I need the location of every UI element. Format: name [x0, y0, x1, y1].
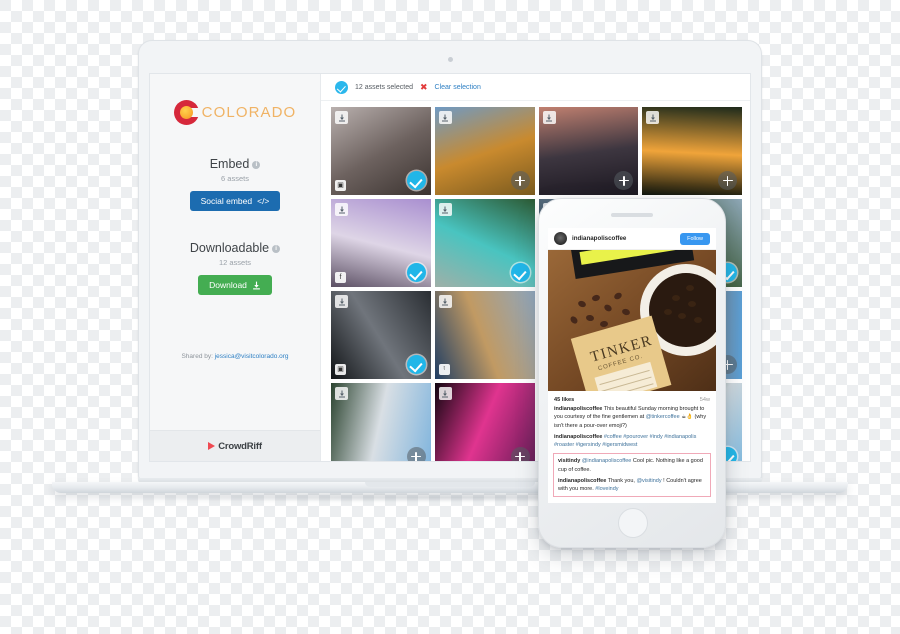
shared-by-email[interactable]: jessica@visitcolorado.org	[215, 353, 289, 360]
webcam-dot	[447, 57, 453, 62]
download-icon[interactable]	[335, 387, 348, 400]
sidebar: COLORADO Embed i 6 assets Social embed </…	[150, 74, 321, 461]
hashtag-author[interactable]: indianapoliscoffee	[554, 434, 602, 440]
post-age: 54w	[699, 397, 710, 403]
comment-hashtag[interactable]: #loveindy	[595, 486, 618, 492]
phone-mockup: indianapoliscoffee Follow TINKER COFFEE …	[538, 198, 726, 548]
instagram-hashtags: indianapoliscoffee #coffee #pourover #in…	[548, 430, 716, 450]
colorado-c-icon	[173, 100, 200, 125]
caption-author[interactable]: indianapoliscoffee	[554, 406, 602, 412]
selected-check-icon[interactable]	[510, 263, 530, 282]
asset-tile[interactable]: ▣	[331, 107, 431, 195]
instagram-username[interactable]: indianapoliscoffee	[572, 235, 675, 242]
add-asset-icon[interactable]	[718, 171, 737, 190]
download-icon[interactable]	[335, 203, 348, 216]
caption-mention[interactable]: @tinkercoffee	[646, 414, 680, 420]
info-icon[interactable]: i	[252, 161, 261, 169]
comment-author[interactable]: visitindy	[558, 458, 580, 464]
comment-mention[interactable]: @indianapoliscoffee	[582, 458, 632, 464]
download-icon[interactable]	[646, 111, 660, 124]
selected-check-icon[interactable]	[406, 171, 426, 190]
asset-tile[interactable]	[538, 107, 639, 195]
comment-author[interactable]: indianapoliscoffee	[558, 478, 606, 484]
code-icon: </>	[257, 196, 270, 206]
shared-by-label: Shared by:	[181, 353, 213, 360]
download-label: Download	[209, 280, 247, 290]
embed-title-text: Embed	[209, 157, 250, 171]
add-asset-icon[interactable]	[406, 447, 426, 461]
crowdriff-wordmark: CrowdRiff	[218, 440, 262, 452]
asset-tile[interactable]	[642, 107, 742, 195]
instagram-comment: indianapoliscoffee Thank you, @visitindy…	[558, 477, 706, 494]
facebook-icon: f	[335, 272, 346, 283]
asset-tile[interactable]	[434, 199, 535, 287]
selected-check-icon[interactable]	[406, 355, 426, 374]
instagram-photo: TINKER COFFEE CO.	[548, 250, 716, 391]
like-count: 45 likes	[554, 397, 575, 403]
social-embed-button[interactable]: Social embed </>	[189, 191, 281, 211]
selected-check-icon[interactable]	[406, 263, 426, 282]
clear-selection-button[interactable]: Clear selection	[435, 84, 481, 91]
laptop-base	[52, 482, 848, 493]
download-button[interactable]: Download	[198, 275, 272, 295]
asset-tile[interactable]: ▣	[331, 291, 431, 379]
download-icon[interactable]	[438, 203, 452, 216]
asset-tile[interactable]	[434, 107, 535, 195]
avatar	[554, 232, 567, 245]
comment-text: Thank you,	[606, 477, 637, 484]
add-asset-icon[interactable]	[510, 171, 530, 190]
social-embed-label: Social embed	[200, 196, 253, 206]
download-icon[interactable]	[438, 387, 452, 400]
colorado-logo: COLORADO	[150, 100, 320, 125]
instagram-post-meta: 45 likes 54w	[548, 391, 716, 405]
phone-screen: indianapoliscoffee Follow TINKER COFFEE …	[548, 228, 716, 503]
embed-asset-count: 6 assets	[221, 174, 249, 183]
sidebar-body: COLORADO Embed i 6 assets Social embed </…	[150, 74, 320, 430]
asset-tile[interactable]	[434, 383, 535, 461]
crowdriff-mark-icon	[208, 442, 216, 450]
instagram-caption: indianapoliscoffee This beautiful Sunday…	[548, 405, 716, 430]
add-asset-icon[interactable]	[510, 447, 530, 461]
coffee-photo-illustration: TINKER COFFEE CO.	[548, 250, 716, 391]
phone-speaker	[611, 213, 653, 217]
comment-mention[interactable]: @visitindy	[636, 478, 661, 484]
embed-section-title: Embed i	[150, 157, 320, 171]
downloadable-asset-count: 12 assets	[218, 258, 252, 267]
crowdriff-footer: CrowdRiff	[150, 430, 320, 461]
instagram-post-header: indianapoliscoffee Follow	[548, 228, 716, 250]
asset-tile[interactable]: f	[331, 199, 431, 287]
download-icon[interactable]	[335, 295, 348, 308]
download-icon[interactable]	[438, 111, 452, 124]
caption-emoji: ☕👌	[681, 414, 693, 421]
x-icon[interactable]: ✖	[420, 82, 428, 92]
colorado-logo-text: COLORADO	[201, 104, 297, 121]
asset-tile[interactable]: ᵗ	[434, 291, 535, 379]
downloadable-section-title: Downloadable i	[150, 241, 320, 255]
download-icon	[253, 281, 260, 289]
selected-count-label: 12 assets selected	[355, 83, 413, 91]
downloadable-title-text: Downloadable	[189, 241, 270, 255]
phone-home-button[interactable]	[618, 508, 648, 538]
follow-button[interactable]: Follow	[680, 232, 710, 245]
check-circle-icon	[335, 80, 348, 94]
asset-tile[interactable]	[331, 383, 431, 461]
shared-by: Shared by: jessica@visitcolorado.org	[150, 353, 320, 360]
instagram-icon: ▣	[335, 180, 346, 191]
instagram-comments-highlight: visitindy @indianapoliscoffee Cool pic. …	[553, 453, 711, 498]
twitter-icon: ᵗ	[438, 364, 450, 375]
download-icon[interactable]	[438, 295, 452, 308]
info-icon[interactable]: i	[272, 245, 281, 253]
instagram-comment: visitindy @indianapoliscoffee Cool pic. …	[558, 457, 706, 474]
selection-toolbar: 12 assets selected ✖ Clear selection	[321, 74, 750, 101]
download-icon[interactable]	[335, 111, 348, 124]
instagram-icon: ▣	[335, 364, 346, 375]
download-icon[interactable]	[542, 111, 556, 124]
